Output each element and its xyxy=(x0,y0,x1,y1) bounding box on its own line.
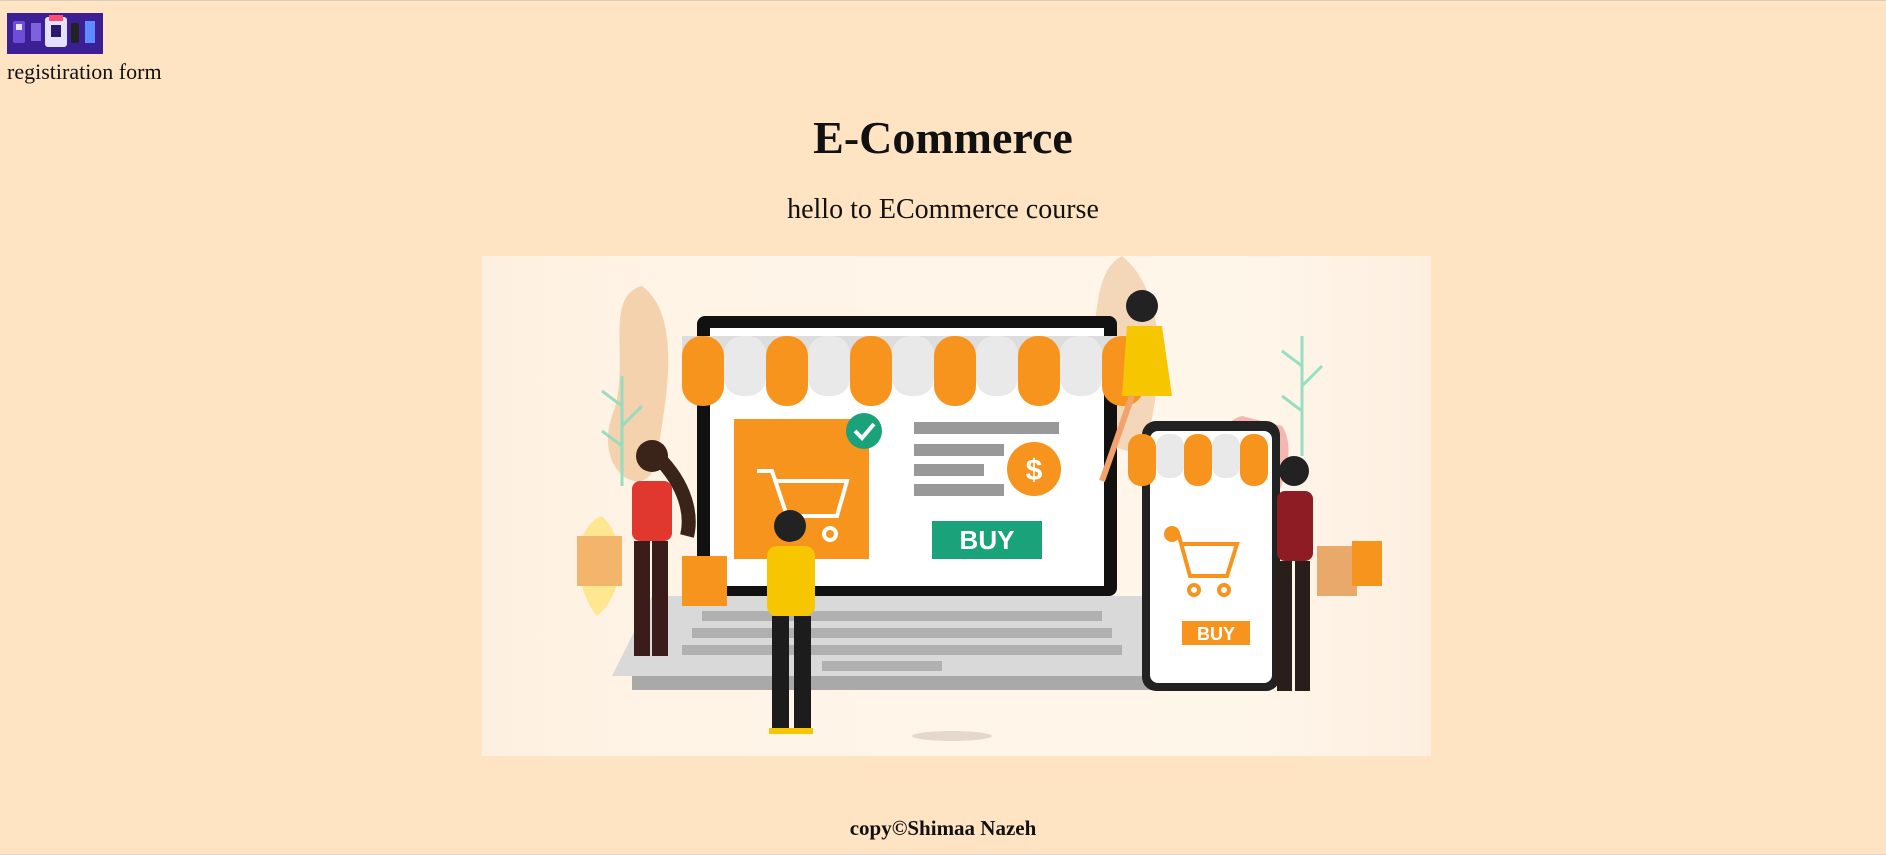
footer-copyright: copy©Shimaa Nazeh xyxy=(849,816,1037,840)
shop-banner-icon xyxy=(7,13,103,54)
ecommerce-illustration: $ BUY BUY xyxy=(577,256,1382,741)
top-logo-image-link[interactable] xyxy=(7,13,103,54)
dollar-symbol: $ xyxy=(1026,454,1043,487)
buy-label-laptop: BUY xyxy=(960,525,1015,555)
page-title: E-Commerce xyxy=(813,112,1073,163)
hero-image: $ BUY BUY xyxy=(482,256,1431,756)
registration-form-link[interactable]: registiration form xyxy=(7,59,162,85)
page-subtitle: hello to ECommerce course xyxy=(787,194,1099,225)
buy-label-phone: BUY xyxy=(1197,624,1235,644)
